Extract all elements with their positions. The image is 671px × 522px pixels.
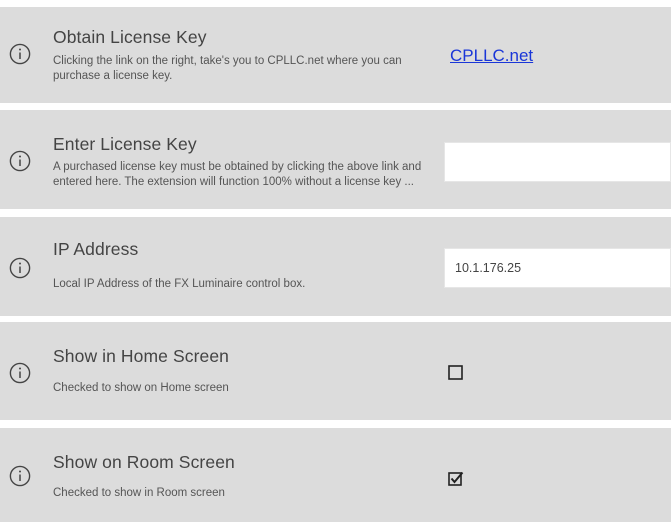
license-key-input[interactable] [444,142,671,182]
setting-title: Show in Home Screen [53,346,230,366]
checkbox-unchecked-icon[interactable] [448,365,463,380]
setting-title: Obtain License Key [53,27,207,47]
setting-description-line1: Local IP Address of the FX Luminaire con… [53,278,306,290]
setting-title: Enter License Key [53,134,197,154]
setting-row-show-in-home-screen: Show in Home Screen Checked to show on H… [0,322,671,420]
setting-row-obtain-license-key: Obtain License Key Clicking the link on … [0,7,671,103]
info-icon [9,150,31,172]
setting-description-line1: Clicking the link on the right, take's y… [53,55,402,67]
ip-address-input[interactable] [444,248,671,288]
setting-row-enter-license-key: Enter License Key A purchased license ke… [0,110,671,209]
setting-row-ip-address: IP Address Local IP Address of the FX Lu… [0,217,671,316]
checkbox-checked-icon[interactable] [448,471,464,486]
setting-title: IP Address [53,239,139,259]
settings-list: Obtain License Key Clicking the link on … [0,0,671,522]
info-icon [9,465,31,487]
cpllc-link[interactable]: CPLLC.net [450,46,533,66]
setting-description-line1: Checked to show on Home screen [53,382,229,394]
setting-description-line1: A purchased license key must be obtained… [53,161,422,173]
setting-description-line1: Checked to show in Room screen [53,487,225,499]
setting-title: Show on Room Screen [53,452,235,472]
info-icon [9,43,31,65]
setting-row-show-on-room-screen: Show on Room Screen Checked to show in R… [0,428,671,522]
setting-description-line2: purchase a license key. [53,70,173,82]
setting-description-line2: entered here. The extension will functio… [53,176,414,188]
info-icon [9,362,31,384]
info-icon [9,257,31,279]
